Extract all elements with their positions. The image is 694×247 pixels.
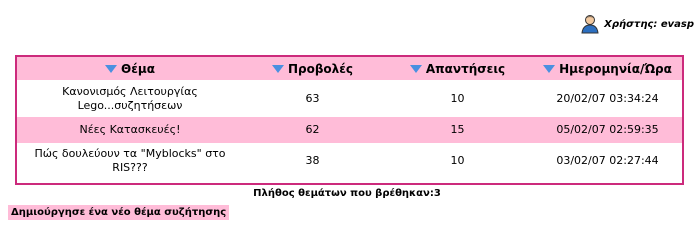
topics-table-frame: Θέμα Προβολές Απαντήσεις Ημερομηνία/Ώρα … xyxy=(15,55,684,185)
header-topic[interactable]: Θέμα xyxy=(17,57,243,80)
create-topic-button[interactable]: Δημιούργησε ένα νέο θέμα συζήτησης xyxy=(8,205,230,220)
replies-cell: 10 xyxy=(382,80,533,117)
header-replies-label: Απαντήσεις xyxy=(425,61,506,76)
table-row: Κανονισμός Λειτουργίας Lego...συζητήσεων… xyxy=(17,80,682,117)
replies-cell: 15 xyxy=(382,117,533,143)
table-row: Νέες Κατασκευές! 62 15 05/02/07 02:59:35 xyxy=(17,117,682,143)
table-row: Πώς δουλεύουν τα "Myblocks" στο RIS??? 3… xyxy=(17,143,682,179)
user-label: Χρήστης: evasp xyxy=(604,18,694,30)
sort-arrow-down-icon xyxy=(271,65,284,73)
views-cell: 62 xyxy=(243,117,382,143)
header-datetime-label: Ημερομηνία/Ώρα xyxy=(559,61,672,76)
views-cell: 38 xyxy=(243,143,382,179)
table-header-row: Θέμα Προβολές Απαντήσεις Ημερομηνία/Ώρα xyxy=(17,57,682,80)
topics-table: Θέμα Προβολές Απαντήσεις Ημερομηνία/Ώρα … xyxy=(17,57,682,179)
datetime-cell: 05/02/07 02:59:35 xyxy=(533,117,682,143)
sort-arrow-down-icon xyxy=(543,65,556,73)
datetime-cell: 20/02/07 03:34:24 xyxy=(533,80,682,117)
header-datetime[interactable]: Ημερομηνία/Ώρα xyxy=(533,57,682,80)
topic-link[interactable]: Κανονισμός Λειτουργίας Lego...συζητήσεων xyxy=(17,80,243,117)
sort-arrow-down-icon xyxy=(409,65,422,73)
sort-arrow-down-icon xyxy=(105,65,118,73)
topic-link[interactable]: Πώς δουλεύουν τα "Myblocks" στο RIS??? xyxy=(17,143,243,179)
header-replies[interactable]: Απαντήσεις xyxy=(382,57,533,80)
header-topic-label: Θέμα xyxy=(121,61,155,76)
replies-cell: 10 xyxy=(382,143,533,179)
user-icon xyxy=(581,15,599,34)
datetime-cell: 03/02/07 02:27:44 xyxy=(533,143,682,179)
topics-count: Πλήθος θεμάτων που βρέθηκαν:3 xyxy=(253,188,441,199)
views-cell: 63 xyxy=(243,80,382,117)
user-info: Χρήστης: evasp xyxy=(580,12,694,36)
topic-link[interactable]: Νέες Κατασκευές! xyxy=(17,117,243,143)
header-views-label: Προβολές xyxy=(287,61,354,76)
header-views[interactable]: Προβολές xyxy=(243,57,382,80)
